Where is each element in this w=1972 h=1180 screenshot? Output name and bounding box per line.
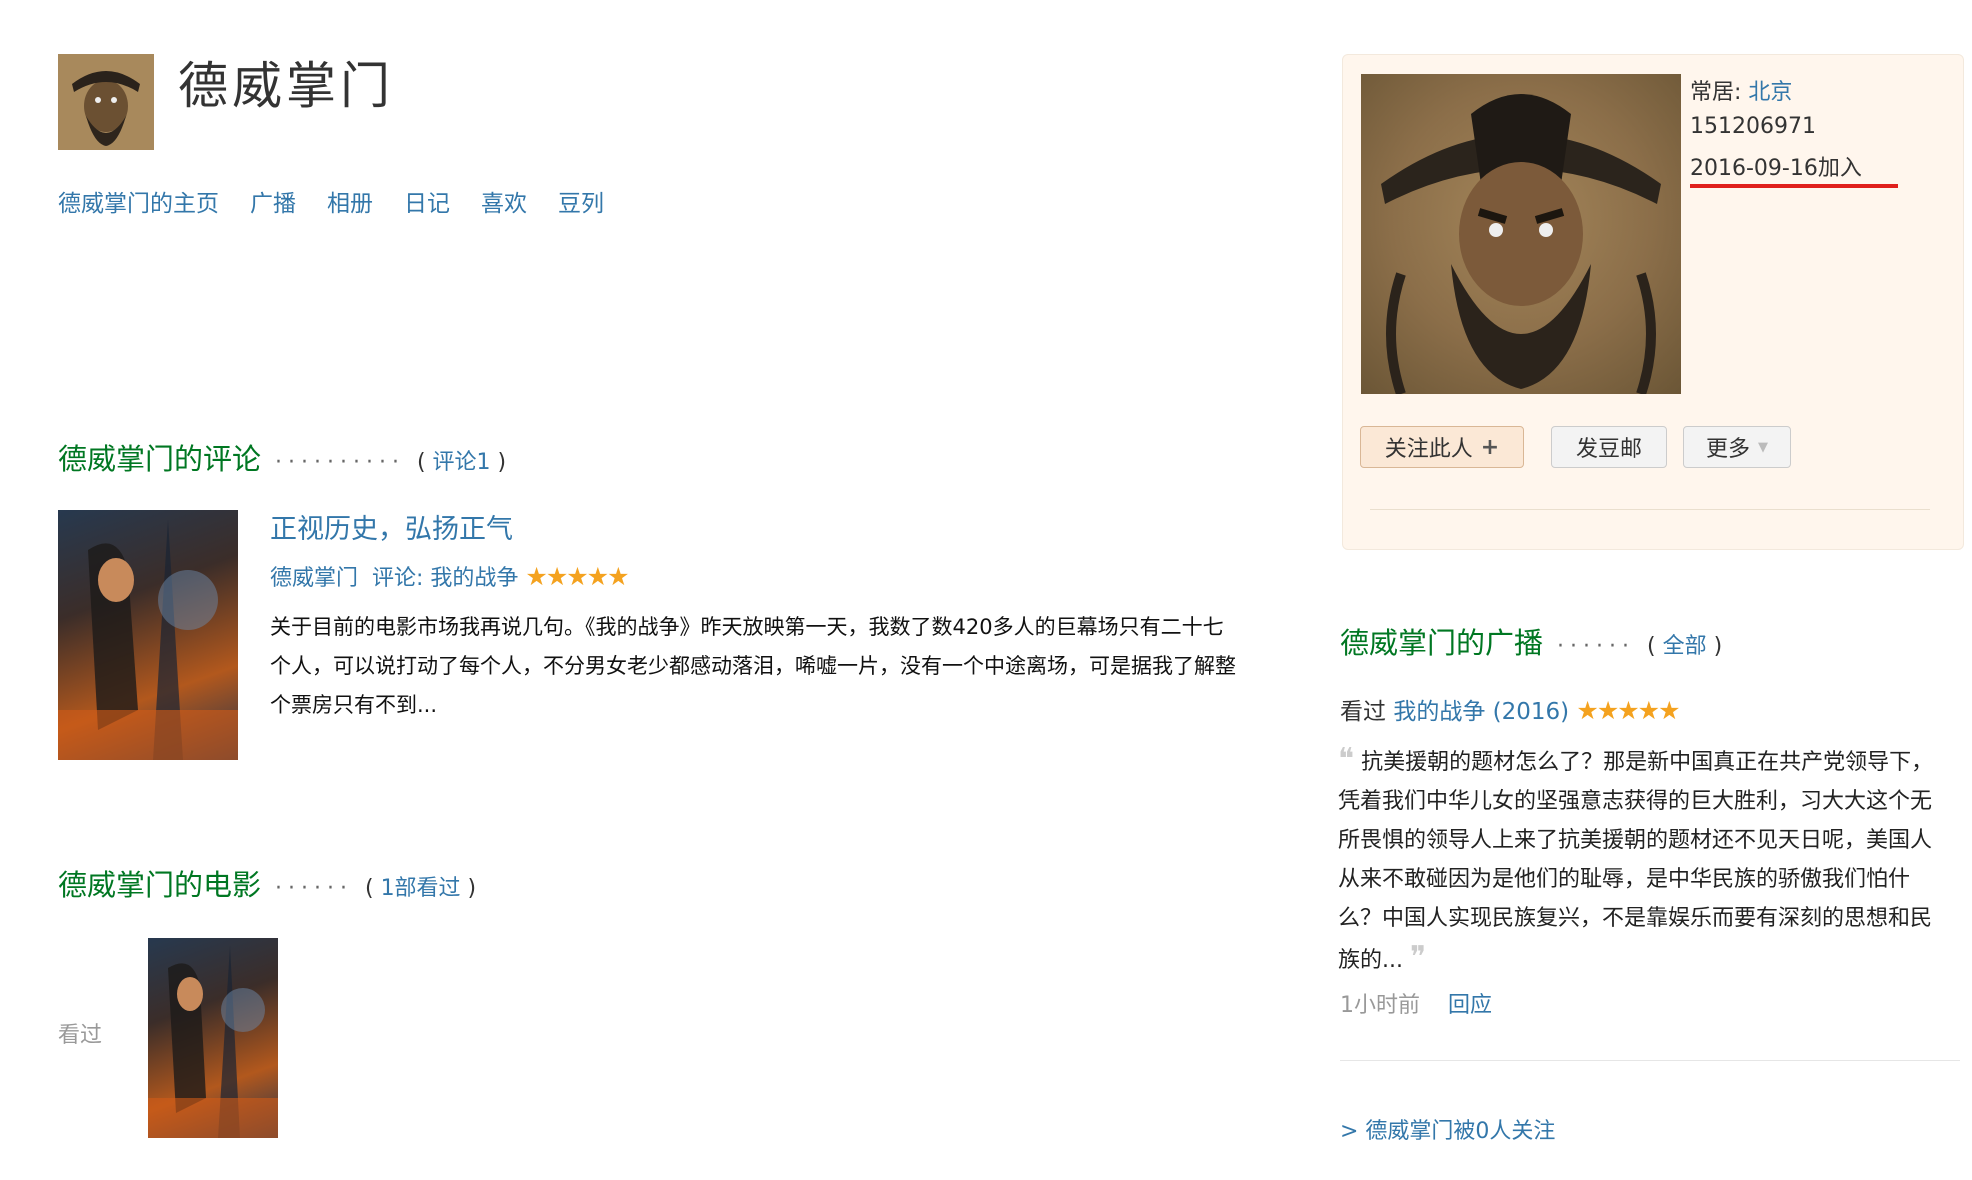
chevron-down-icon: ▼ xyxy=(1758,439,1768,455)
movies-title-dots: ······ xyxy=(275,876,353,901)
broadcast-all: ( 全部 ) xyxy=(1646,634,1723,659)
user-avatar-large[interactable] xyxy=(1361,74,1681,396)
broadcast-section-title: 德威掌门的广播 ······ ( 全部 ) xyxy=(1340,620,1722,662)
broadcast-verb: 看过 xyxy=(1340,699,1386,725)
review-movie-label[interactable]: 评论: 我的战争 xyxy=(372,566,518,591)
movies-section-title: 德威掌门的电影 ······ ( 1部看过 ) xyxy=(58,862,476,904)
review-excerpt: 关于目前的电影市场我再说几句。《我的战争》昨天放映第一天，我数了数420多人的巨… xyxy=(270,615,1236,717)
broadcast-quote: ❝ 抗美援朝的题材怎么了？那是新中国真正在共产党领导下，凭着我们中华儿女的坚强意… xyxy=(1338,740,1938,980)
user-id: 151206971 xyxy=(1690,114,1816,139)
nav-album[interactable]: 相册 xyxy=(327,184,373,218)
broadcast-rating-stars: ★★★★★ xyxy=(1576,696,1680,725)
right-divider xyxy=(1340,1060,1960,1061)
join-date: 2016-09-16加入 xyxy=(1690,156,1862,181)
review-title[interactable]: 正视历史，弘扬正气 xyxy=(270,507,513,546)
nav-broadcast[interactable]: 广播 xyxy=(250,184,296,218)
review-author[interactable]: 德威掌门 xyxy=(270,566,358,591)
profile-nav: 德威掌门的主页 广播 相册 日记 喜欢 豆列 xyxy=(58,184,635,218)
follow-button-label: 关注此人 xyxy=(1384,437,1473,462)
card-divider xyxy=(1370,509,1930,510)
broadcast-reply-link[interactable]: 回应 xyxy=(1448,993,1492,1018)
broadcast-movie-link[interactable]: 我的战争 (2016) xyxy=(1393,699,1569,725)
more-label: 更多 xyxy=(1705,437,1750,462)
join-date-red-underline xyxy=(1690,184,1898,188)
profile-name: 德威掌门 xyxy=(178,57,394,115)
follow-button[interactable]: 关注此人 + xyxy=(1360,426,1524,468)
broadcast-item-header: 看过 我的战争 (2016) ★★★★★ xyxy=(1340,692,1680,726)
reviews-title-dots: ·········· xyxy=(275,450,405,475)
residence-line: 常居: 北京 xyxy=(1690,74,1792,106)
close-quote-icon: ❞ xyxy=(1409,940,1427,975)
nav-home[interactable]: 德威掌门的主页 xyxy=(58,184,219,218)
nav-diary[interactable]: 日记 xyxy=(404,184,450,218)
residence-label: 常居: xyxy=(1690,80,1749,105)
reviews-count-link[interactable]: 评论1 xyxy=(433,450,491,475)
review-movie-poster[interactable] xyxy=(58,510,238,760)
seen-label: 看过 xyxy=(58,1023,103,1048)
broadcast-all-link[interactable]: 全部 xyxy=(1663,634,1707,659)
followers-link[interactable]: > 德威掌门被0人关注 xyxy=(1340,1113,1555,1145)
movies-count-link[interactable]: 1部看过 xyxy=(381,876,461,901)
review-meta: 德威掌门 评论: 我的战争 ★★★★★ xyxy=(270,560,629,592)
nav-likes[interactable]: 喜欢 xyxy=(481,184,527,218)
review-rating-stars: ★★★★★ xyxy=(525,562,629,591)
broadcast-time: 1小时前 xyxy=(1340,993,1420,1018)
movies-count: ( 1部看过 ) xyxy=(364,876,477,901)
reviews-title: 德威掌门的评论 xyxy=(58,442,262,476)
broadcast-footer: 1小时前 回应 xyxy=(1340,987,1492,1019)
reviews-count: ( 评论1 ) xyxy=(416,450,507,475)
broadcast-title-dots: ······ xyxy=(1557,634,1635,659)
broadcast-quote-text: 抗美援朝的题材怎么了？那是新中国真正在共产党领导下，凭着我们中华儿女的坚强意志获… xyxy=(1338,750,1934,973)
movies-title: 德威掌门的电影 xyxy=(58,868,262,902)
seen-movie-poster[interactable] xyxy=(148,938,278,1138)
broadcast-title: 德威掌门的广播 xyxy=(1340,626,1544,660)
more-button[interactable]: 更多 ▼ xyxy=(1683,426,1791,468)
residence-city-link[interactable]: 北京 xyxy=(1748,80,1792,105)
send-mail-label: 发豆邮 xyxy=(1575,437,1642,462)
nav-doulist[interactable]: 豆列 xyxy=(558,184,604,218)
reviews-section-title: 德威掌门的评论 ·········· ( 评论1 ) xyxy=(58,436,506,478)
send-mail-button[interactable]: 发豆邮 xyxy=(1551,426,1667,468)
plus-icon: + xyxy=(1480,434,1500,460)
open-quote-icon: ❝ xyxy=(1338,742,1355,777)
user-avatar-small[interactable] xyxy=(58,54,154,150)
